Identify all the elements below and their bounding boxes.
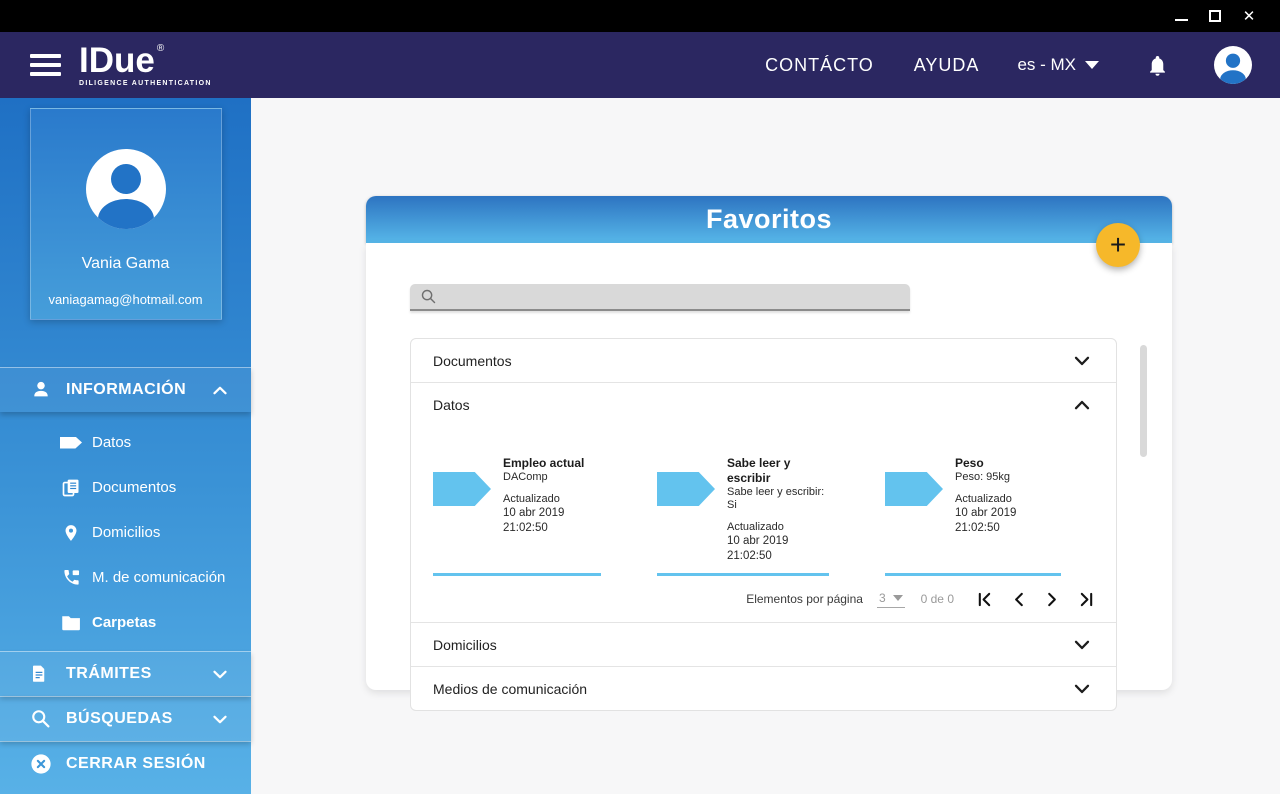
profile-card: Vania Gama vaniagamag@hotmail.com bbox=[29, 108, 222, 320]
last-page-icon bbox=[1080, 592, 1092, 606]
section-label: CERRAR SESIÓN bbox=[66, 754, 206, 772]
chevron-up-icon bbox=[1074, 400, 1090, 410]
tag-icon bbox=[60, 432, 82, 454]
window-minimize-button[interactable] bbox=[1164, 0, 1198, 32]
logout-button[interactable]: CERRAR SESIÓN bbox=[0, 741, 251, 785]
chevron-down-icon bbox=[1074, 356, 1090, 366]
close-icon: ✕ bbox=[1242, 7, 1256, 25]
profile-name: Vania Gama bbox=[81, 255, 170, 272]
sidebar-item-datos[interactable]: Datos bbox=[0, 420, 251, 465]
favorite-data-card[interactable]: Empleo actual DAComp Actualizado 10 abr … bbox=[433, 456, 601, 576]
chevron-left-icon bbox=[1014, 592, 1023, 606]
sidebar-item-documentos[interactable]: Documentos bbox=[0, 465, 251, 510]
minimize-icon bbox=[1174, 19, 1188, 21]
sidebar-section-busquedas[interactable]: BÚSQUEDAS bbox=[0, 696, 251, 741]
favorite-data-card[interactable]: Sabe leer y escribir Sabe leer y escribi… bbox=[657, 456, 829, 576]
accordion-row-medios-comunicacion[interactable]: Medios de comunicación bbox=[411, 667, 1116, 710]
phone-icon bbox=[60, 567, 82, 589]
section-label: INFORMACIÓN bbox=[66, 381, 187, 398]
sidebar-menu: Datos Documentos Domicilios M. de comuni… bbox=[0, 412, 251, 651]
sidebar-item-domicilios[interactable]: Domicilios bbox=[0, 510, 251, 555]
caret-down-icon bbox=[1085, 61, 1099, 69]
chevron-right-icon bbox=[1047, 592, 1056, 606]
location-pin-icon bbox=[60, 522, 82, 544]
paginator: Elementos por página 3 0 de 0 bbox=[433, 576, 1116, 622]
favorites-card: Favoritos + Documentos Datos Empleo actu… bbox=[366, 196, 1172, 711]
chevron-down-icon bbox=[1074, 684, 1090, 694]
favorites-body: Documentos Datos Empleo actual DAComp Ac… bbox=[366, 243, 1172, 711]
user-avatar[interactable] bbox=[1214, 46, 1252, 84]
accordion-row-datos[interactable]: Datos bbox=[411, 383, 1116, 426]
accordion-row-documentos[interactable]: Documentos bbox=[411, 339, 1116, 382]
locale-label: es - MX bbox=[1017, 55, 1076, 74]
sidebar-item-medios-comunicacion[interactable]: M. de comunicación bbox=[0, 555, 251, 600]
notifications-button[interactable] bbox=[1147, 54, 1168, 77]
tag-icon bbox=[885, 472, 943, 506]
last-page-button[interactable] bbox=[1074, 587, 1098, 611]
logo-subtitle: DILIGENCE AUTHENTICATION bbox=[79, 80, 212, 87]
next-page-button[interactable] bbox=[1040, 587, 1064, 611]
section-label: TRÁMITES bbox=[66, 665, 152, 682]
accordion-row-domicilios[interactable]: Domicilios bbox=[411, 623, 1116, 666]
first-page-button[interactable] bbox=[972, 587, 996, 611]
search-input[interactable] bbox=[445, 284, 910, 309]
previous-page-button[interactable] bbox=[1006, 587, 1030, 611]
chevron-down-icon bbox=[213, 715, 227, 724]
tag-icon bbox=[433, 472, 491, 506]
section-label: BÚSQUEDAS bbox=[66, 710, 173, 727]
maximize-icon bbox=[1209, 10, 1221, 22]
document-icon bbox=[30, 663, 52, 685]
sidebar-section-tramites[interactable]: TRÁMITES bbox=[0, 651, 251, 696]
items-per-page-select[interactable]: 3 bbox=[876, 591, 905, 608]
chevron-down-icon bbox=[1074, 640, 1090, 650]
tag-icon bbox=[657, 472, 715, 506]
favorites-header: Favoritos + bbox=[366, 196, 1172, 267]
hamburger-menu-icon[interactable] bbox=[30, 54, 61, 76]
caret-down-icon bbox=[892, 594, 903, 601]
profile-avatar bbox=[85, 149, 166, 229]
app-header: IDue ® DILIGENCE AUTHENTICATION CONTÁCTO… bbox=[0, 32, 1280, 98]
add-favorite-button[interactable]: + bbox=[1096, 223, 1140, 267]
help-link[interactable]: AYUDA bbox=[914, 55, 980, 76]
favorites-accordion: Documentos Datos Empleo actual DAComp Ac… bbox=[410, 338, 1117, 711]
locale-selector[interactable]: es - MX bbox=[1017, 55, 1099, 75]
contact-link[interactable]: CONTÁCTO bbox=[765, 55, 874, 76]
items-per-page-label: Elementos por página bbox=[746, 592, 863, 606]
sidebar: Vania Gama vaniagamag@hotmail.com INFORM… bbox=[0, 98, 251, 794]
first-page-icon bbox=[978, 592, 990, 606]
scrollbar-thumb[interactable] bbox=[1140, 345, 1147, 457]
window-close-button[interactable]: ✕ bbox=[1232, 0, 1266, 32]
main-content: Favoritos + Documentos Datos Empleo actu… bbox=[251, 98, 1280, 794]
documents-icon bbox=[60, 477, 82, 499]
registered-mark: ® bbox=[156, 43, 165, 54]
profile-email: vaniagamag@hotmail.com bbox=[48, 292, 203, 307]
bell-icon bbox=[1150, 55, 1165, 76]
person-icon bbox=[30, 379, 52, 401]
chevron-down-icon bbox=[213, 670, 227, 679]
favorite-data-card[interactable]: Peso Peso: 95kg Actualizado 10 abr 2019 … bbox=[885, 456, 1061, 576]
search-field bbox=[410, 284, 910, 311]
logout-icon bbox=[30, 753, 52, 775]
datos-panel: Empleo actual DAComp Actualizado 10 abr … bbox=[411, 426, 1116, 622]
sidebar-section-informacion[interactable]: INFORMACIÓN bbox=[0, 367, 251, 412]
folder-icon bbox=[60, 612, 82, 634]
page-title: Favoritos bbox=[705, 204, 833, 234]
search-icon bbox=[30, 708, 52, 730]
search-icon bbox=[421, 289, 436, 304]
app-logo: IDue ® DILIGENCE AUTHENTICATION bbox=[79, 43, 212, 87]
page-range-label: 0 de 0 bbox=[920, 592, 954, 606]
window-titlebar: ✕ bbox=[0, 0, 1280, 32]
chevron-up-icon bbox=[213, 386, 227, 395]
window-maximize-button[interactable] bbox=[1198, 0, 1232, 32]
sidebar-item-carpetas[interactable]: Carpetas bbox=[0, 600, 251, 645]
avatar-icon bbox=[1214, 46, 1252, 84]
logo-title: IDue bbox=[79, 41, 155, 80]
